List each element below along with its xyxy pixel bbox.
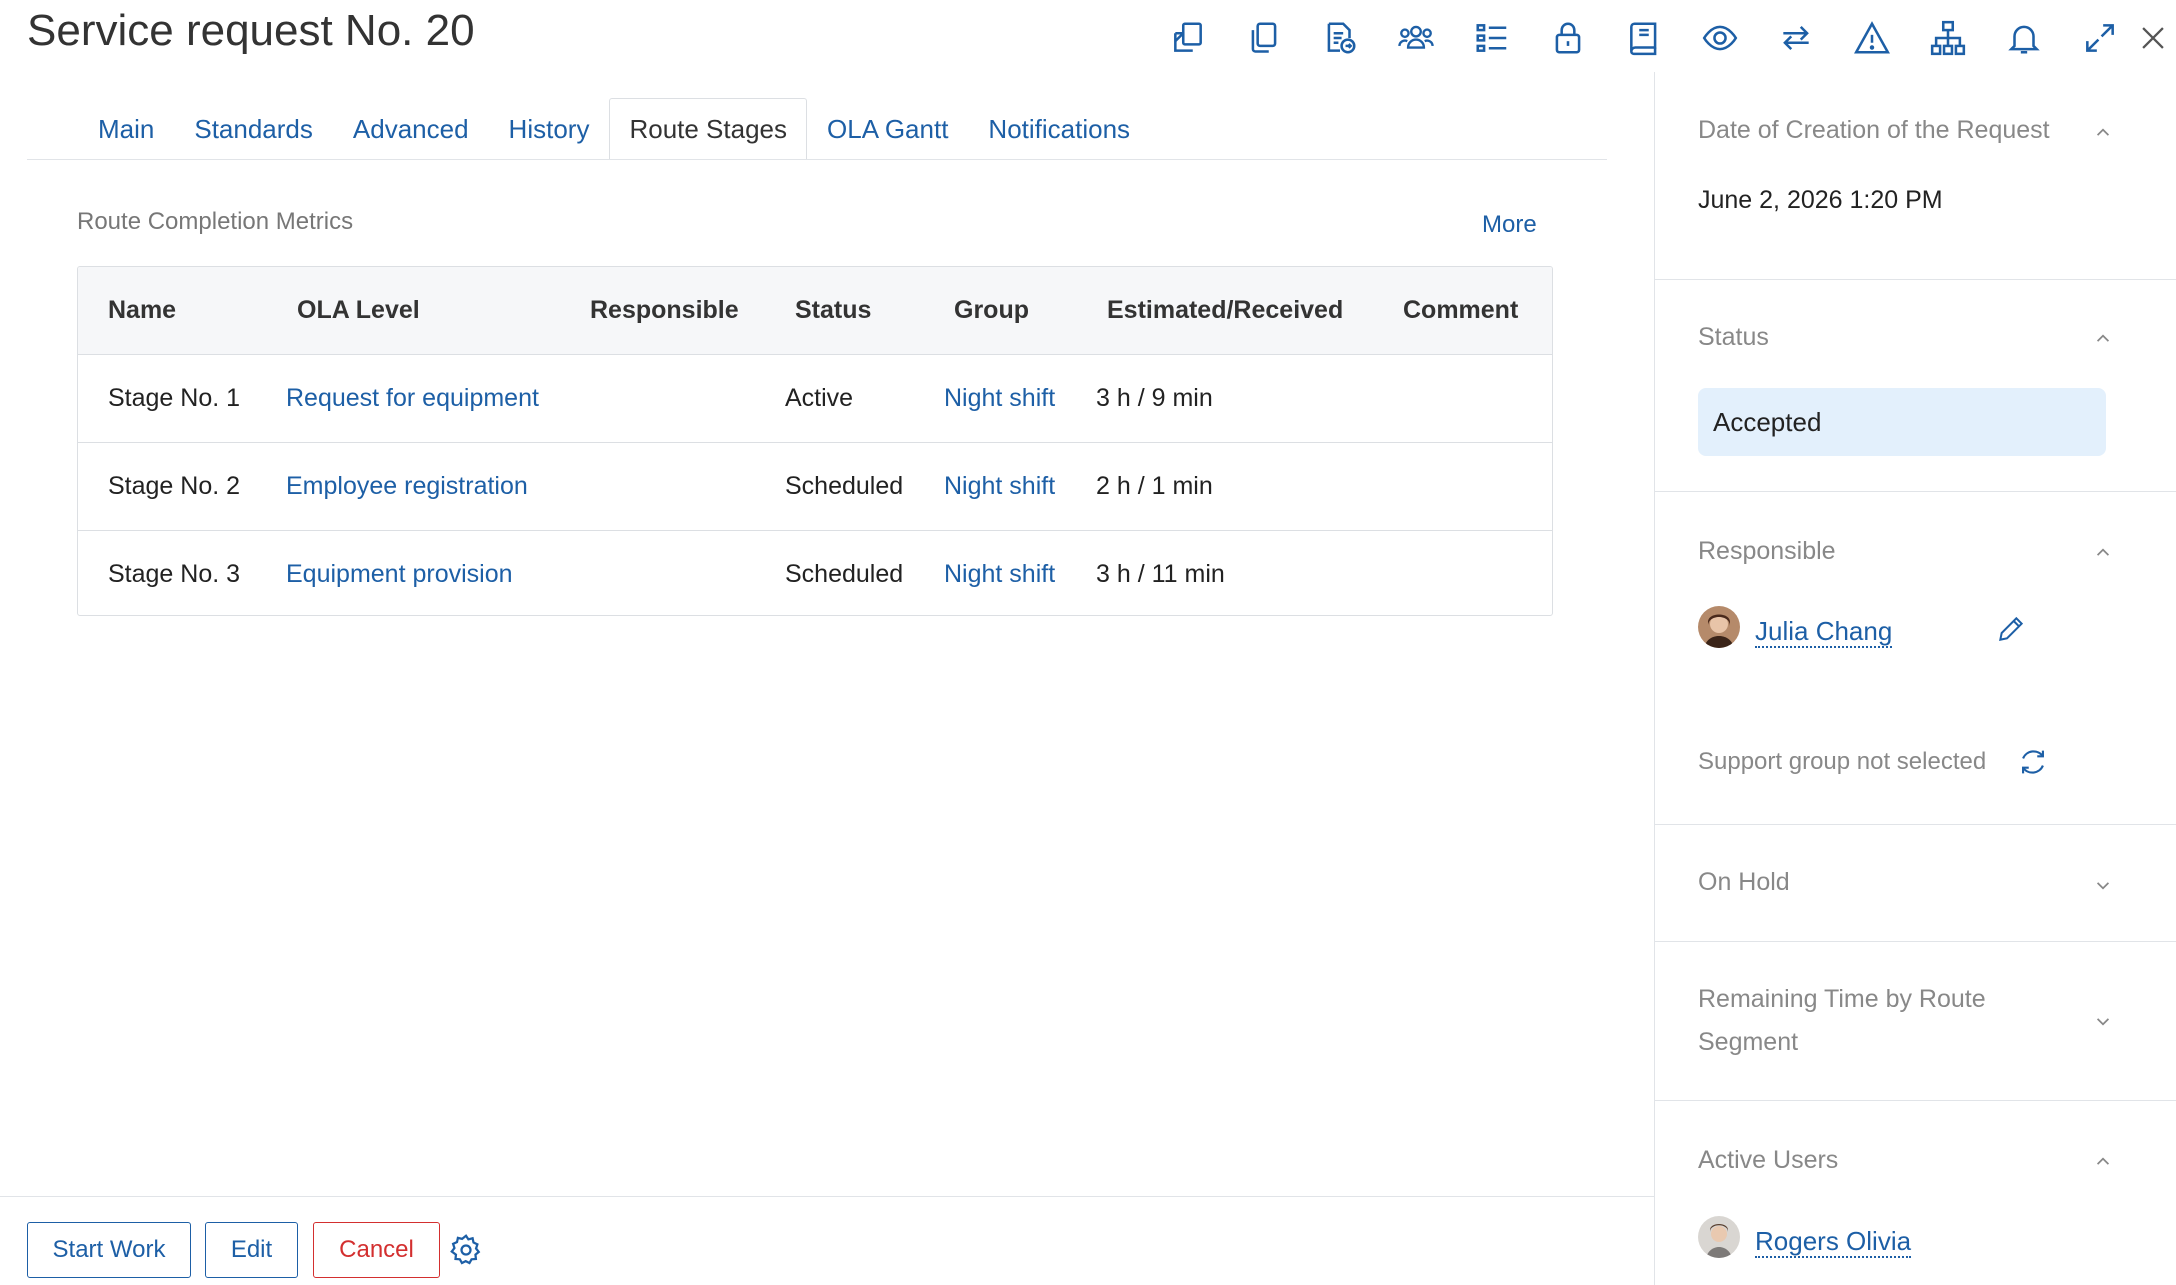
column-header-name: Name [108, 296, 177, 324]
book-icon[interactable] [1606, 8, 1682, 68]
ola-level-link[interactable]: Employee registration [286, 443, 528, 530]
table-row: Stage No. 2 Employee registration Schedu… [78, 443, 1552, 531]
start-work-button[interactable]: Start Work [27, 1222, 191, 1278]
status-cell: Scheduled [785, 559, 904, 588]
edit-button[interactable]: Edit [205, 1222, 298, 1278]
refresh-icon[interactable] [2016, 745, 2050, 779]
cancel-button[interactable]: Cancel [313, 1222, 440, 1278]
creation-date-value: June 2, 2026 1:20 PM [1698, 186, 1943, 214]
transfer-icon[interactable] [1150, 8, 1226, 68]
chevron-up-icon[interactable] [2090, 540, 2116, 566]
section-divider [1655, 491, 2176, 492]
on-hold-section-title: On Hold [1698, 868, 1790, 896]
responsible-user-link[interactable]: Julia Chang [1755, 616, 1893, 648]
chevron-down-icon[interactable] [2090, 872, 2116, 898]
remaining-time-section-title-line2: Segment [1698, 1028, 1799, 1056]
chevron-up-icon[interactable] [2090, 120, 2116, 146]
tab-notifications[interactable]: Notifications [968, 98, 1150, 160]
group-users-icon[interactable] [1378, 8, 1454, 68]
close-icon[interactable] [2130, 8, 2176, 68]
remaining-time-section-title-line1: Remaining Time by Route [1698, 985, 1986, 1013]
pencil-icon[interactable] [1995, 613, 2027, 645]
tab-history[interactable]: History [489, 98, 610, 160]
header-toolbar [1150, 8, 2138, 68]
ola-level-link[interactable]: Equipment provision [286, 531, 513, 615]
footer-divider [0, 1196, 1654, 1197]
swap-arrows-icon[interactable] [1758, 8, 1834, 68]
section-divider [1655, 1100, 2176, 1101]
estimated-cell: 3 h / 9 min [1096, 384, 1213, 412]
tab-route-stages[interactable]: Route Stages [609, 98, 808, 160]
status-cell: Scheduled [785, 472, 904, 500]
hierarchy-icon[interactable] [1910, 8, 1986, 68]
stage-name: Stage No. 3 [108, 559, 241, 588]
status-value: Accepted [1698, 388, 2106, 456]
bell-icon[interactable] [1986, 8, 2062, 68]
copy-icon[interactable] [1226, 8, 1302, 68]
avatar [1698, 606, 1740, 648]
status-section-title: Status [1698, 323, 1769, 351]
group-link[interactable]: Night shift [944, 355, 1055, 442]
tab-standards[interactable]: Standards [174, 98, 333, 160]
stage-name: Stage No. 2 [108, 472, 241, 500]
gear-icon[interactable] [448, 1232, 484, 1268]
support-group-text: Support group not selected [1698, 748, 1987, 775]
active-user-link[interactable]: Rogers Olivia [1755, 1226, 1912, 1258]
lock-icon[interactable] [1530, 8, 1606, 68]
section-divider [1655, 824, 2176, 825]
page-title: Service request No. 20 [27, 6, 475, 55]
table-row: Stage No. 1 Request for equipment Active… [78, 355, 1552, 443]
checklist-icon[interactable] [1454, 8, 1530, 68]
section-title: Route Completion Metrics [77, 208, 354, 235]
column-header-ola-level: OLA Level [297, 296, 420, 324]
responsible-section-title: Responsible [1698, 537, 1836, 565]
avatar [1698, 1216, 1740, 1258]
warning-icon[interactable] [1834, 8, 1910, 68]
route-stages-table: Name OLA Level Responsible Status Group … [77, 266, 1553, 616]
chevron-down-icon[interactable] [2090, 1008, 2116, 1034]
status-cell: Active [785, 384, 854, 412]
tab-bar: Main Standards Advanced History Route St… [78, 98, 1150, 160]
column-header-group: Group [954, 296, 1029, 324]
table-header-row: Name OLA Level Responsible Status Group … [78, 267, 1552, 355]
chevron-up-icon[interactable] [2090, 1149, 2116, 1175]
estimated-cell: 2 h / 1 min [1096, 472, 1213, 500]
column-header-estimated: Estimated/Received [1107, 296, 1344, 324]
column-header-responsible: Responsible [590, 296, 739, 324]
tab-ola-gantt[interactable]: OLA Gantt [807, 98, 968, 160]
table-row: Stage No. 3 Equipment provision Schedule… [78, 531, 1552, 615]
date-section-title: Date of Creation of the Request [1698, 116, 2050, 144]
stage-name: Stage No. 1 [108, 384, 241, 412]
section-divider [1655, 941, 2176, 942]
section-divider [1655, 279, 2176, 280]
expand-icon[interactable] [2062, 8, 2138, 68]
column-header-comment: Comment [1403, 296, 1519, 324]
chevron-up-icon[interactable] [2090, 326, 2116, 352]
more-link[interactable]: More [1482, 211, 1537, 239]
group-link[interactable]: Night shift [944, 531, 1055, 615]
column-header-status: Status [795, 296, 872, 324]
estimated-cell: 3 h / 11 min [1096, 559, 1225, 588]
group-link[interactable]: Night shift [944, 443, 1055, 530]
tab-advanced[interactable]: Advanced [333, 98, 489, 160]
sidebar-divider [1654, 72, 1655, 1285]
active-users-section-title: Active Users [1698, 1146, 1839, 1174]
tabs-divider [27, 159, 1607, 160]
ola-level-link[interactable]: Request for equipment [286, 355, 539, 442]
watch-eye-icon[interactable] [1682, 8, 1758, 68]
export-document-icon[interactable] [1302, 8, 1378, 68]
tab-main[interactable]: Main [78, 98, 174, 160]
